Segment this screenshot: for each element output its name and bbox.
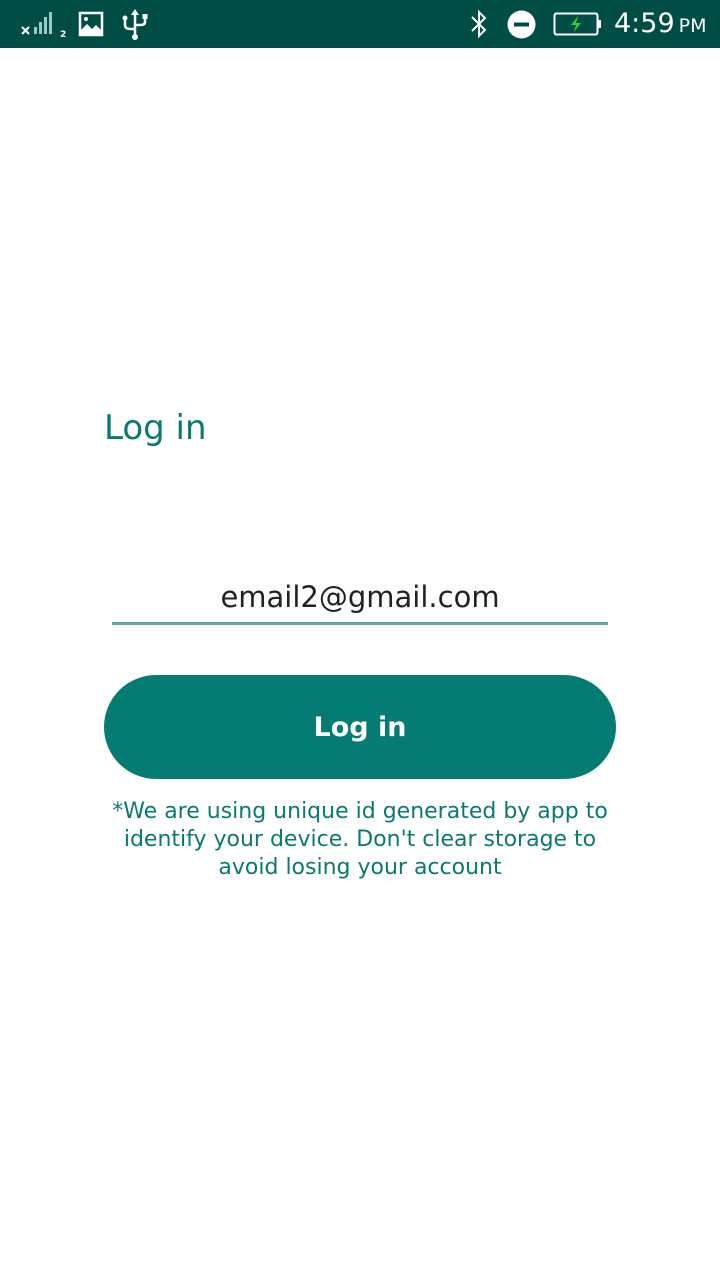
clock-ampm: PM — [678, 15, 707, 37]
signal-icon: 2 — [21, 12, 66, 38]
device-id-notice: *We are using unique id generated by app… — [112, 799, 608, 880]
page-title: Log in — [104, 408, 207, 448]
bluetooth-icon — [471, 9, 487, 39]
battery-charging-icon — [553, 12, 601, 36]
clock-time: 4:59 — [614, 8, 675, 39]
login-button[interactable]: Log in — [104, 675, 616, 779]
email-field[interactable] — [112, 572, 608, 622]
status-bar: 2 4:59 PM — [0, 0, 720, 48]
usb-icon — [122, 9, 148, 40]
sim-slot-label: 2 — [60, 30, 66, 38]
status-clock: 4:59 PM — [614, 6, 707, 42]
email-field-container — [112, 572, 608, 625]
do-not-disturb-icon — [507, 10, 536, 39]
image-icon — [78, 11, 104, 37]
